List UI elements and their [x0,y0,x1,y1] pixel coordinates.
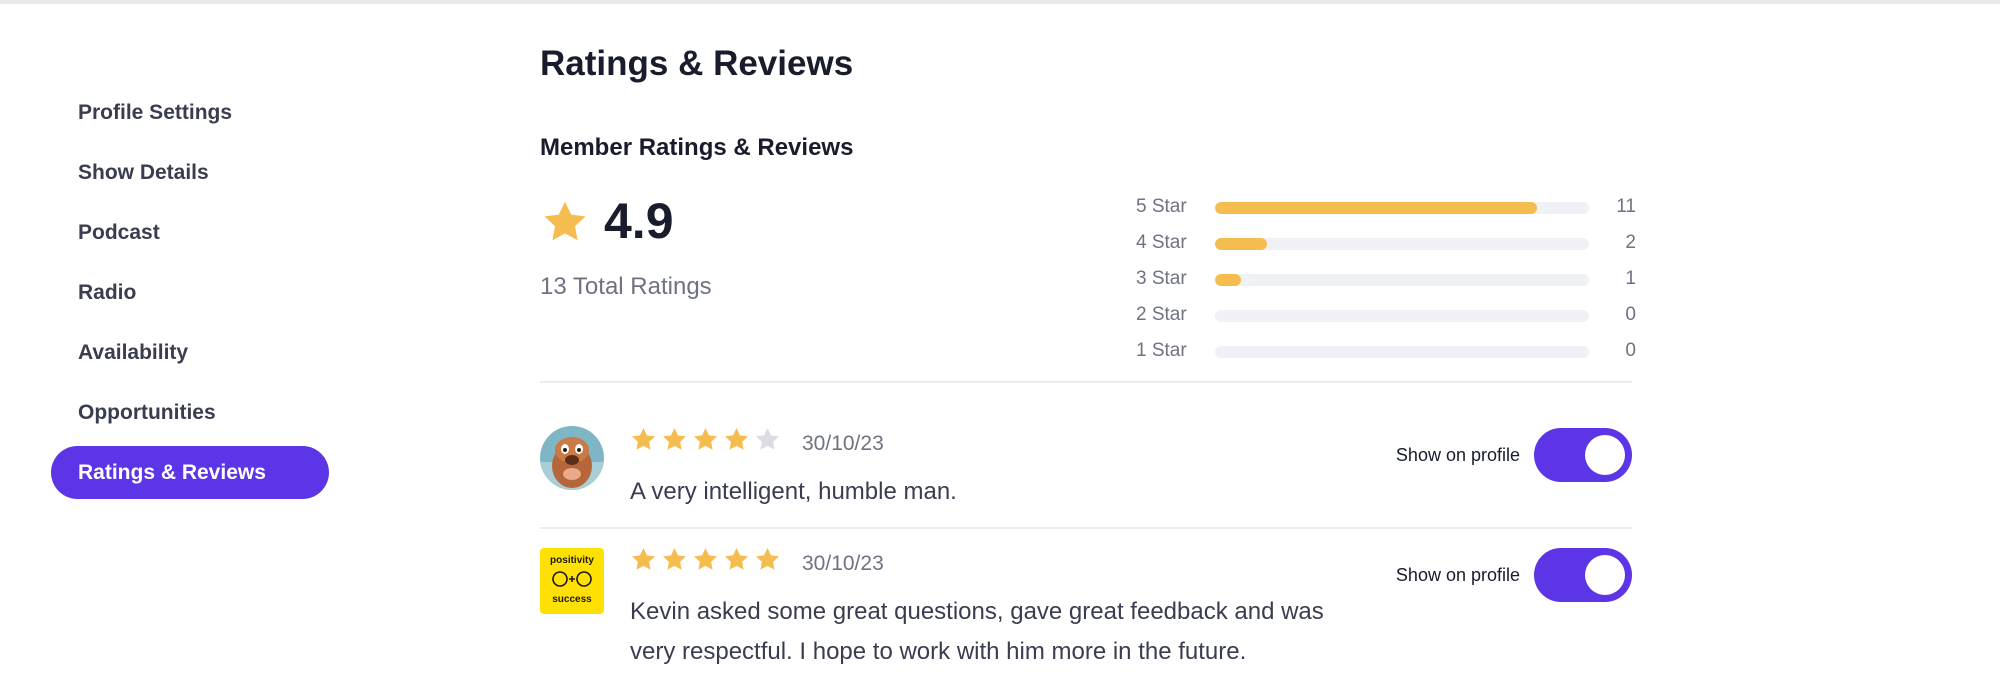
average-rating: 4.9 [604,193,674,249]
star-filled-icon [694,428,717,450]
breakdown-fill [1215,274,1242,286]
star-filled-icon [694,548,717,570]
star-filled-icon [632,428,655,450]
review-date: 30/10/23 [802,552,884,575]
show-on-profile-toggle[interactable] [1534,428,1632,482]
show-on-profile-label: Show on profile [1395,445,1520,465]
show-on-profile-toggle[interactable] [1534,548,1632,602]
breakdown-label: 1 Star [1136,340,1187,361]
breakdown-count: 11 [1616,196,1636,217]
divider [540,381,1632,383]
divider [540,527,1632,529]
breakdown-row-1: 1 Star 0 [1136,336,1636,372]
breakdown-bar [1215,274,1589,286]
sidebar-item-ratings-reviews[interactable]: Ratings & Reviews [51,446,329,499]
star-filled-icon [725,548,748,570]
star-filled-icon [756,548,779,570]
breakdown-row-4: 4 Star 2 [1136,228,1636,264]
logo-text-top: positivity [550,555,594,566]
star-filled-icon [632,548,655,570]
breakdown-label: 5 Star [1136,196,1187,217]
page-title: Ratings & Reviews [540,44,854,83]
breakdown-count: 1 [1625,268,1636,289]
breakdown-row-3: 3 Star 1 [1136,264,1636,300]
total-ratings: 13 Total Ratings [540,273,712,300]
review-stars [630,546,781,573]
toggle-knob [1585,555,1625,595]
reviewer-avatar [540,426,604,490]
star-filled-icon [663,428,686,450]
sidebar-item-availability[interactable]: Availability [51,326,329,379]
review-text: A very intelligent, humble man. [630,478,957,505]
breakdown-count: 0 [1625,340,1636,361]
breakdown-row-2: 2 Star 0 [1136,300,1636,336]
sidebar-item-profile-settings[interactable]: Profile Settings [51,86,329,139]
breakdown-row-5: 5 Star 11 [1136,192,1636,228]
sidebar-item-radio[interactable]: Radio [51,266,329,319]
rating-breakdown: 5 Star 11 4 Star 2 3 Star 1 2 Star 0 1 S… [1136,192,1636,372]
main-content: Ratings & Reviews Member Ratings & Revie… [540,0,1640,685]
sidebar-item-podcast[interactable]: Podcast [51,206,329,259]
review-text: Kevin asked some great questions, gave g… [630,598,1324,665]
breakdown-bar [1215,202,1589,214]
sidebar-item-show-details[interactable]: Show Details [51,146,329,199]
reviewer-avatar: positivity success [540,548,604,614]
review-stars [630,426,781,453]
sidebar-item-opportunities[interactable]: Opportunities [51,386,329,439]
star-icon [544,201,586,241]
breakdown-bar [1215,310,1589,322]
breakdown-count: 0 [1625,304,1636,325]
breakdown-label: 4 Star [1136,232,1187,253]
breakdown-bar [1215,346,1589,358]
toggle-knob [1585,435,1625,475]
breakdown-fill [1215,238,1268,250]
positivity-success-logo: positivity success [540,548,604,614]
star-filled-icon [725,428,748,450]
breakdown-label: 3 Star [1136,268,1187,289]
section-title: Member Ratings & Reviews [540,134,854,161]
reviewer-photo-icon [540,426,604,490]
star-empty-icon [756,428,779,450]
breakdown-label: 2 Star [1136,304,1187,325]
star-filled-icon [663,548,686,570]
review-date: 30/10/23 [802,432,884,455]
breakdown-count: 2 [1625,232,1636,253]
sidebar-nav: Profile Settings Show Details Podcast Ra… [51,86,329,506]
breakdown-fill [1215,202,1537,214]
breakdown-bar [1215,238,1589,250]
logo-text-bottom: success [552,594,592,605]
show-on-profile-label: Show on profile [1395,565,1520,585]
